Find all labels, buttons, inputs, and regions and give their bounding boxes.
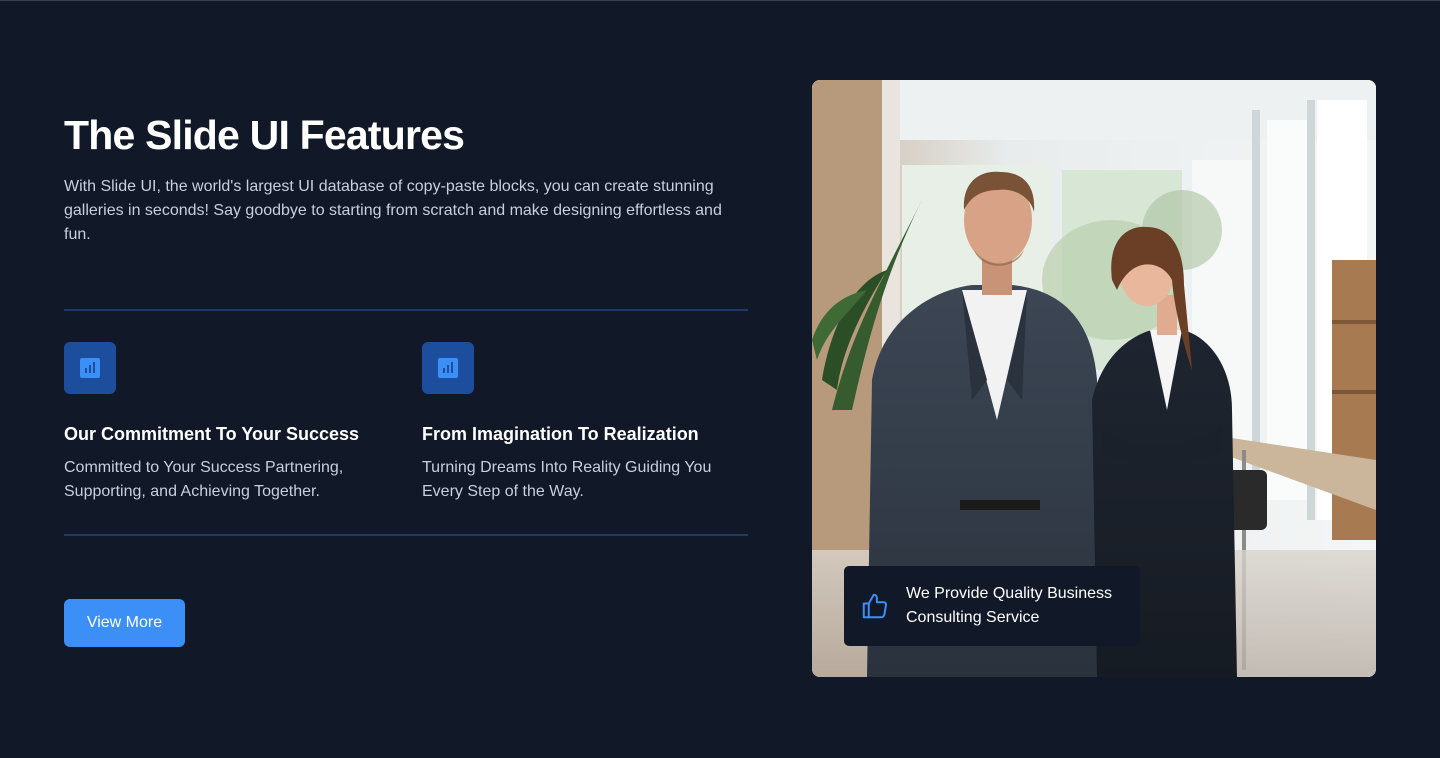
- service-badge: We Provide Quality Business Consulting S…: [844, 566, 1140, 646]
- features-content: The Slide UI Features With Slide UI, the…: [64, 1, 748, 758]
- feature-card-imagination: From Imagination To Realization Turning …: [422, 342, 742, 500]
- chart-icon: [422, 342, 474, 394]
- feature-card-commitment: Our Commitment To Your Success Committed…: [64, 342, 384, 500]
- chart-icon: [64, 342, 116, 394]
- view-more-button[interactable]: View More: [64, 599, 185, 647]
- divider-bottom: [64, 534, 748, 536]
- team-photo: We Provide Quality Business Consulting S…: [812, 80, 1376, 677]
- badge-text: We Provide Quality Business Consulting S…: [906, 585, 1113, 626]
- divider-top: [64, 309, 748, 311]
- feature-title: Our Commitment To Your Success: [64, 424, 360, 444]
- feature-description: Turning Dreams Into Reality Guiding You …: [422, 459, 712, 500]
- feature-title: From Imagination To Realization: [422, 424, 699, 444]
- thumbs-up-icon: [860, 591, 890, 621]
- features-section: The Slide UI Features With Slide UI, the…: [0, 1, 1440, 758]
- feature-description: Committed to Your Success Partnering, Su…: [64, 459, 344, 500]
- section-title: The Slide UI Features: [64, 112, 465, 158]
- section-description: With Slide UI, the world's largest UI da…: [64, 178, 722, 243]
